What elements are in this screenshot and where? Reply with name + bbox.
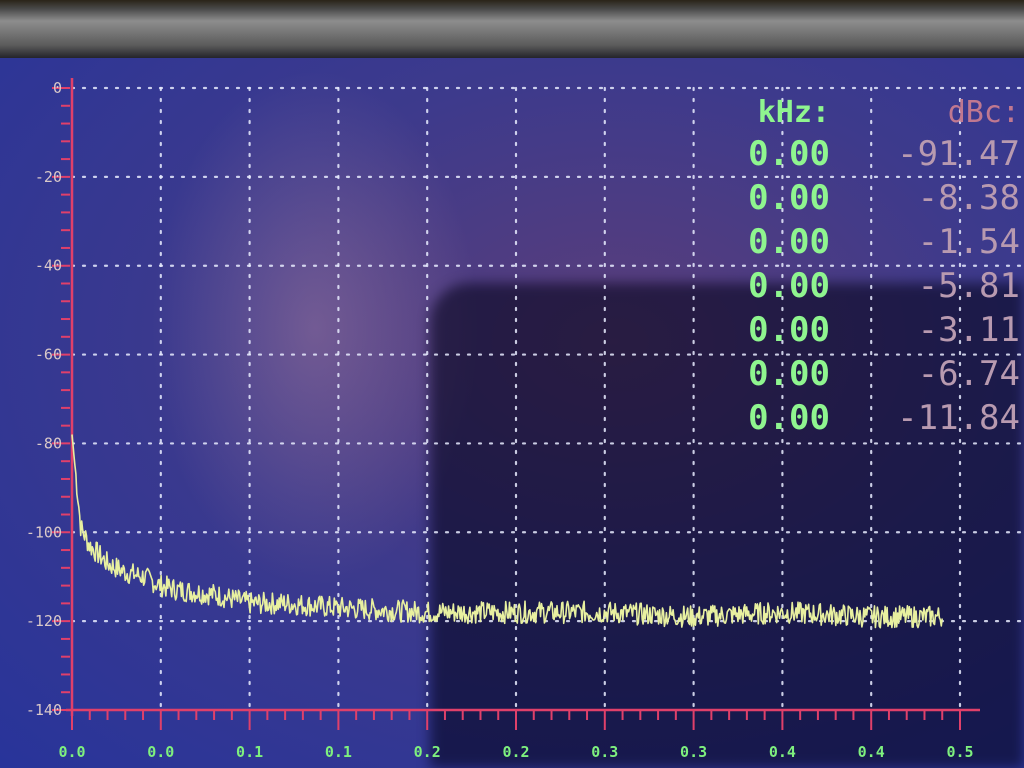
readout-row: 0.00 -11.84 — [715, 396, 1024, 440]
khz-header: kHz: — [757, 94, 830, 130]
spectrum-traces — [71, 434, 943, 629]
y-tick-label: -60 — [35, 346, 62, 364]
readout-khz: 0.00 — [748, 134, 830, 174]
x-tick-label: 0.1 — [325, 743, 352, 761]
peak-readout-table: kHz: dBc: 0.00 -91.47 0.00 -8.38 0.00 -1… — [715, 92, 1024, 440]
x-tick-label: 0.2 — [502, 743, 529, 761]
readout-khz: 0.00 — [748, 398, 830, 438]
y-tick-label: -80 — [35, 434, 62, 452]
readout-row: 0.00 -3.11 — [715, 308, 1024, 352]
x-tick-label: 0.1 — [236, 743, 263, 761]
y-tick-label: -140 — [26, 701, 62, 719]
readout-khz: 0.00 — [748, 354, 830, 394]
readout-khz: 0.00 — [748, 266, 830, 306]
readout-khz: 0.00 — [748, 178, 830, 218]
readout-khz: 0.00 — [748, 310, 830, 350]
readout-row: 0.00 -6.74 — [715, 352, 1024, 396]
y-tick-label: 0 — [53, 79, 62, 97]
x-tick-label: 0.0 — [147, 743, 174, 761]
x-tick-label: 0.3 — [591, 743, 618, 761]
readout-dbc: -5.81 — [917, 266, 1020, 306]
readout-row: 0.00 -91.47 — [715, 132, 1024, 176]
readout-dbc: -1.54 — [917, 222, 1020, 262]
y-tick-labels: 0 -20 -40 -60 -80 -100 -120 -140 — [26, 79, 62, 719]
spectrum-trace — [71, 434, 943, 629]
readout-row: 0.00 -1.54 — [715, 220, 1024, 264]
dbc-header: dBc: — [947, 94, 1020, 130]
readout-dbc: -8.38 — [917, 178, 1020, 218]
readout-dbc: -6.74 — [917, 354, 1020, 394]
readout-khz: 0.00 — [748, 222, 830, 262]
x-tick-label: 0.4 — [858, 743, 885, 761]
y-tick-label: -120 — [26, 612, 62, 630]
readout-dbc: -3.11 — [917, 310, 1020, 350]
x-tick-label: 0.2 — [414, 743, 441, 761]
readout-row: 0.00 -5.81 — [715, 264, 1024, 308]
x-tick-label: 0.0 — [58, 743, 85, 761]
x-tick-label: 0.5 — [946, 743, 973, 761]
y-tick-label: -100 — [26, 523, 62, 541]
readout-header: kHz: dBc: — [715, 92, 1024, 132]
y-tick-label: -40 — [35, 257, 62, 275]
readout-row: 0.00 -8.38 — [715, 176, 1024, 220]
readout-dbc: -91.47 — [897, 134, 1020, 174]
x-tick-label: 0.3 — [680, 743, 707, 761]
x-tick-labels: 0.0 0.0 0.1 0.1 0.2 0.2 0.3 0.3 0.4 0.4 0.5 — [58, 743, 973, 761]
readout-dbc: -11.84 — [897, 398, 1020, 438]
x-tick-label: 0.4 — [769, 743, 796, 761]
y-tick-label: -20 — [35, 168, 62, 186]
